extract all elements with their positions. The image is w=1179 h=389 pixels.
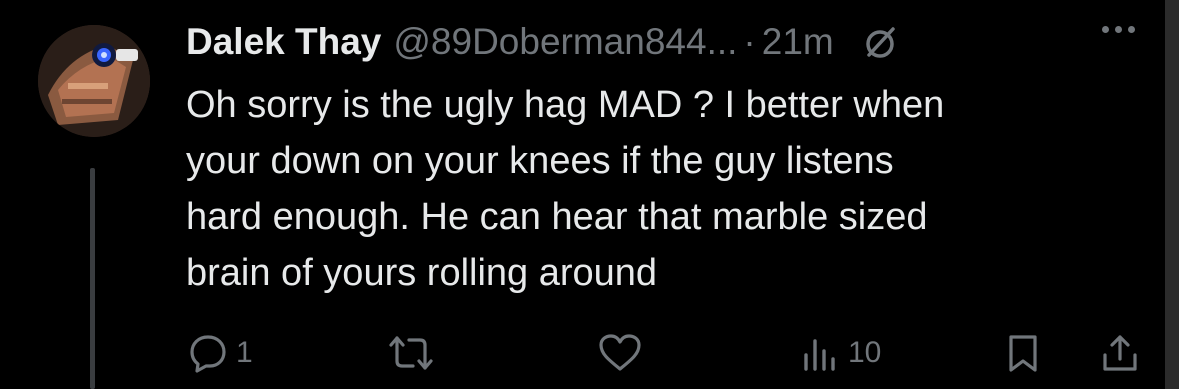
like-icon xyxy=(599,334,641,371)
grok-icon[interactable] xyxy=(860,22,900,62)
bookmark-icon xyxy=(1009,335,1037,372)
bookmark-button[interactable] xyxy=(1003,333,1043,373)
more-icon[interactable] xyxy=(1102,26,1135,33)
reply-icon xyxy=(190,335,226,373)
avatar-image xyxy=(38,25,150,137)
display-name[interactable]: Dalek Thay xyxy=(186,16,381,68)
views-icon xyxy=(804,339,835,371)
tweet-header: Dalek Thay @89Doberman844... · 21m xyxy=(186,16,900,68)
reply-count: 1 xyxy=(236,336,253,369)
views-count: 10 xyxy=(848,336,882,369)
thread-line xyxy=(90,168,95,389)
views-button[interactable]: 10 xyxy=(800,333,881,373)
user-handle[interactable]: @89Doberman844... xyxy=(393,16,737,68)
retweet-button[interactable] xyxy=(385,333,437,373)
share-icon xyxy=(1103,335,1137,371)
separator-dot: · xyxy=(743,21,756,62)
avatar[interactable] xyxy=(38,25,150,137)
share-button[interactable] xyxy=(1100,333,1140,373)
scrollbar[interactable] xyxy=(1165,0,1179,389)
reply-button[interactable]: 1 xyxy=(188,333,253,373)
timestamp[interactable]: 21m xyxy=(762,16,834,68)
retweet-icon xyxy=(389,336,433,370)
tweet-text: Oh sorry is the ugly hag MAD ? I better … xyxy=(186,84,945,294)
like-button[interactable] xyxy=(597,333,643,373)
